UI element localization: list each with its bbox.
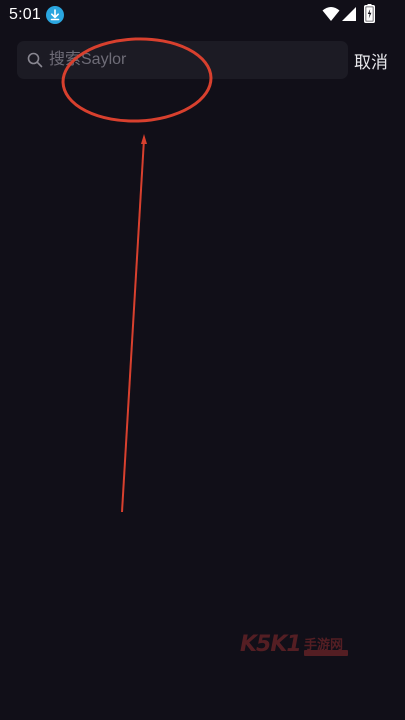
annotation-arrow xyxy=(121,138,145,513)
watermark-sub xyxy=(304,650,348,656)
wifi-icon xyxy=(322,7,340,21)
cancel-button[interactable]: 取消 xyxy=(354,48,388,73)
search-input[interactable] xyxy=(49,41,339,79)
signal-icon xyxy=(342,7,356,21)
annotation-arrowhead xyxy=(141,134,147,144)
status-bar: 5:01 xyxy=(0,0,405,30)
watermark: K5K1 手游网 xyxy=(240,632,352,662)
annotation-overlay xyxy=(61,37,213,513)
search-icon xyxy=(27,52,43,68)
search-box[interactable] xyxy=(17,41,348,79)
status-time: 5:01 xyxy=(9,6,41,23)
download-icon xyxy=(46,6,64,24)
watermark-brand: K5K1 xyxy=(240,632,302,657)
battery-icon xyxy=(364,4,375,23)
